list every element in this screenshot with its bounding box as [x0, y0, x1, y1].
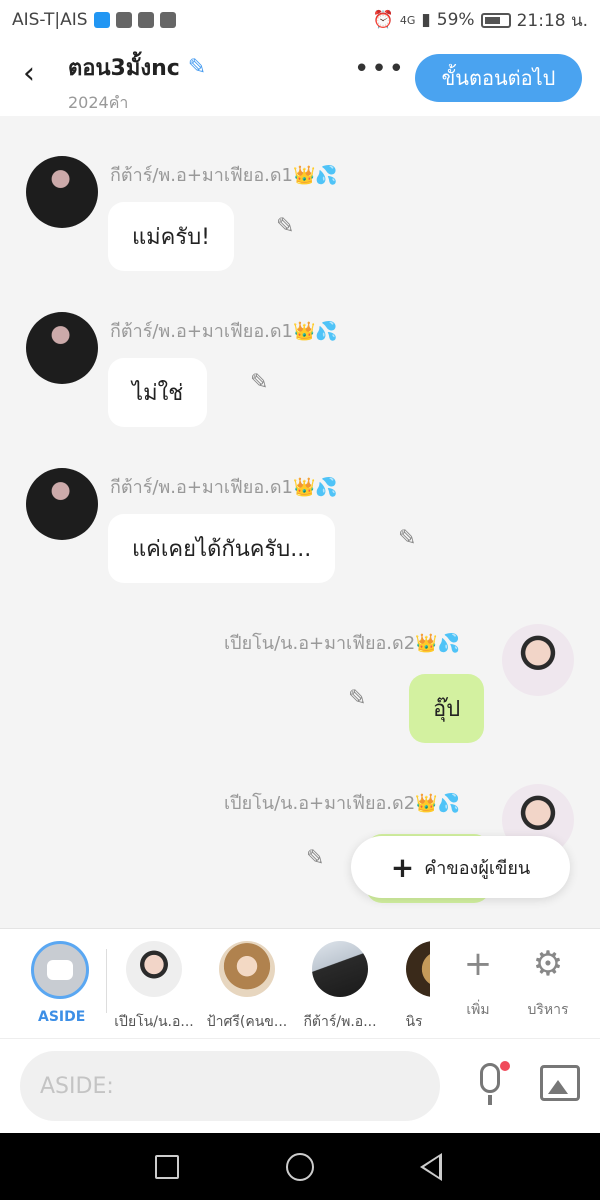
- chapter-title-text: ตอน3มั้งnc: [68, 56, 180, 81]
- manage-label: บริหาร: [527, 1002, 569, 1018]
- gear-icon: ⚙: [532, 944, 564, 984]
- plus-icon: +: [463, 944, 493, 984]
- character-name: กีต้าร์/พ.อ+มาเฟียอ.ด1👑💦: [110, 165, 338, 186]
- word-count: 2024คำ: [68, 93, 129, 112]
- character-label: ป้าศรี(คนข...: [206, 1014, 288, 1030]
- message-input[interactable]: [40, 1073, 440, 1099]
- aside-icon: [47, 960, 73, 980]
- add-character-button[interactable]: + เพิ่ม: [448, 939, 508, 1021]
- character-avatar: [312, 941, 368, 997]
- character-avatar: [219, 941, 275, 997]
- character-avatar: [406, 941, 430, 997]
- manage-button[interactable]: ⚙ บริหาร: [518, 939, 578, 1021]
- aside-button[interactable]: [31, 941, 89, 999]
- avatar[interactable]: [26, 156, 98, 228]
- status-bar: AIS-T|AIS ⏰ 4G ▮ 59% 21:18 น.: [0, 0, 600, 40]
- message-input-wrapper: [20, 1051, 440, 1121]
- character-item[interactable]: นิร: [398, 941, 430, 1033]
- message-bubble[interactable]: แม่ครับ!: [108, 202, 234, 271]
- battery-icon: [480, 12, 511, 28]
- plus-icon: +: [390, 850, 415, 884]
- more-dots-icon[interactable]: •••: [354, 54, 406, 84]
- pencil-icon[interactable]: ✎: [250, 370, 268, 395]
- recent-apps-icon[interactable]: [155, 1155, 179, 1179]
- avatar[interactable]: [26, 468, 98, 540]
- facebook-icon: [159, 12, 176, 28]
- character-avatar: [126, 941, 182, 997]
- character-label: กีต้าร์/พ.อ...: [303, 1014, 377, 1030]
- messenger-icon: [115, 12, 132, 28]
- chat-area[interactable]: กีต้าร์/พ.อ+มาเฟียอ.ด1👑💦 แม่ครับ! ✎ กีต้…: [0, 116, 600, 928]
- pencil-icon[interactable]: ✎: [188, 55, 206, 80]
- character-name: กีต้าร์/พ.อ+มาเฟียอ.ด1👑💦: [110, 321, 338, 342]
- pencil-icon[interactable]: ✎: [398, 526, 416, 551]
- back-arrow-icon[interactable]: ‹: [14, 56, 44, 91]
- chapter-header: ‹ ตอน3มั้งnc ✎ 2024คำ ••• ขั้นตอนต่อไป: [0, 40, 600, 116]
- input-bar: [0, 1038, 600, 1133]
- chapter-title[interactable]: ตอน3มั้งnc ✎: [68, 50, 206, 85]
- character-label: นิร: [405, 1014, 423, 1030]
- clock: 21:18 น.: [516, 10, 588, 31]
- title-block: ตอน3มั้งnc ✎ 2024คำ: [68, 50, 206, 116]
- pencil-icon[interactable]: ✎: [276, 214, 294, 239]
- back-icon[interactable]: [420, 1153, 442, 1181]
- mic-icon[interactable]: [470, 1061, 510, 1111]
- add-label: เพิ่ม: [466, 1002, 490, 1018]
- message-bubble[interactable]: อุ๊ป: [409, 674, 485, 743]
- network-type: 4G: [399, 13, 416, 27]
- cloud-icon: [137, 12, 154, 28]
- character-name: เปียโน/น.อ+มาเฟียอ.ด2👑💦: [224, 793, 460, 814]
- character-bar: ASIDE เปียโน/น.อ... ป้าศรี(คนข... กีต้าร…: [0, 928, 600, 1038]
- app-notification-icon: [93, 12, 110, 28]
- home-icon[interactable]: [286, 1153, 314, 1181]
- character-item[interactable]: เปียโน/น.อ...: [109, 941, 199, 1033]
- message-bubble[interactable]: ไม่ใช่: [108, 358, 208, 427]
- alarm-icon: ⏰: [372, 10, 394, 30]
- aside-label: ASIDE: [38, 1009, 86, 1025]
- avatar[interactable]: [26, 312, 98, 384]
- next-step-button[interactable]: ขั้นตอนต่อไป: [415, 54, 582, 102]
- battery-percent: 59%: [436, 10, 475, 30]
- author-note-label: คำของผู้เขียน: [424, 857, 531, 879]
- character-item[interactable]: กีต้าร์/พ.อ...: [295, 941, 385, 1033]
- character-name: กีต้าร์/พ.อ+มาเฟียอ.ด1👑💦: [110, 477, 338, 498]
- avatar[interactable]: [502, 624, 574, 696]
- signal-icon: ▮: [421, 10, 431, 30]
- pencil-icon[interactable]: ✎: [306, 846, 324, 871]
- message-bubble[interactable]: แค่เคยได้กันครับ...: [108, 514, 336, 583]
- divider: [106, 949, 107, 1013]
- carrier-text: AIS-T|AIS: [12, 10, 88, 30]
- character-label: เปียโน/น.อ...: [114, 1014, 194, 1030]
- character-item[interactable]: ป้าศรี(คนข...: [202, 941, 292, 1033]
- author-note-button[interactable]: + คำของผู้เขียน: [351, 836, 570, 898]
- pencil-icon[interactable]: ✎: [348, 686, 366, 711]
- system-nav-bar: [0, 1133, 600, 1200]
- character-name: เปียโน/น.อ+มาเฟียอ.ด2👑💦: [224, 633, 460, 654]
- image-icon[interactable]: [540, 1065, 580, 1101]
